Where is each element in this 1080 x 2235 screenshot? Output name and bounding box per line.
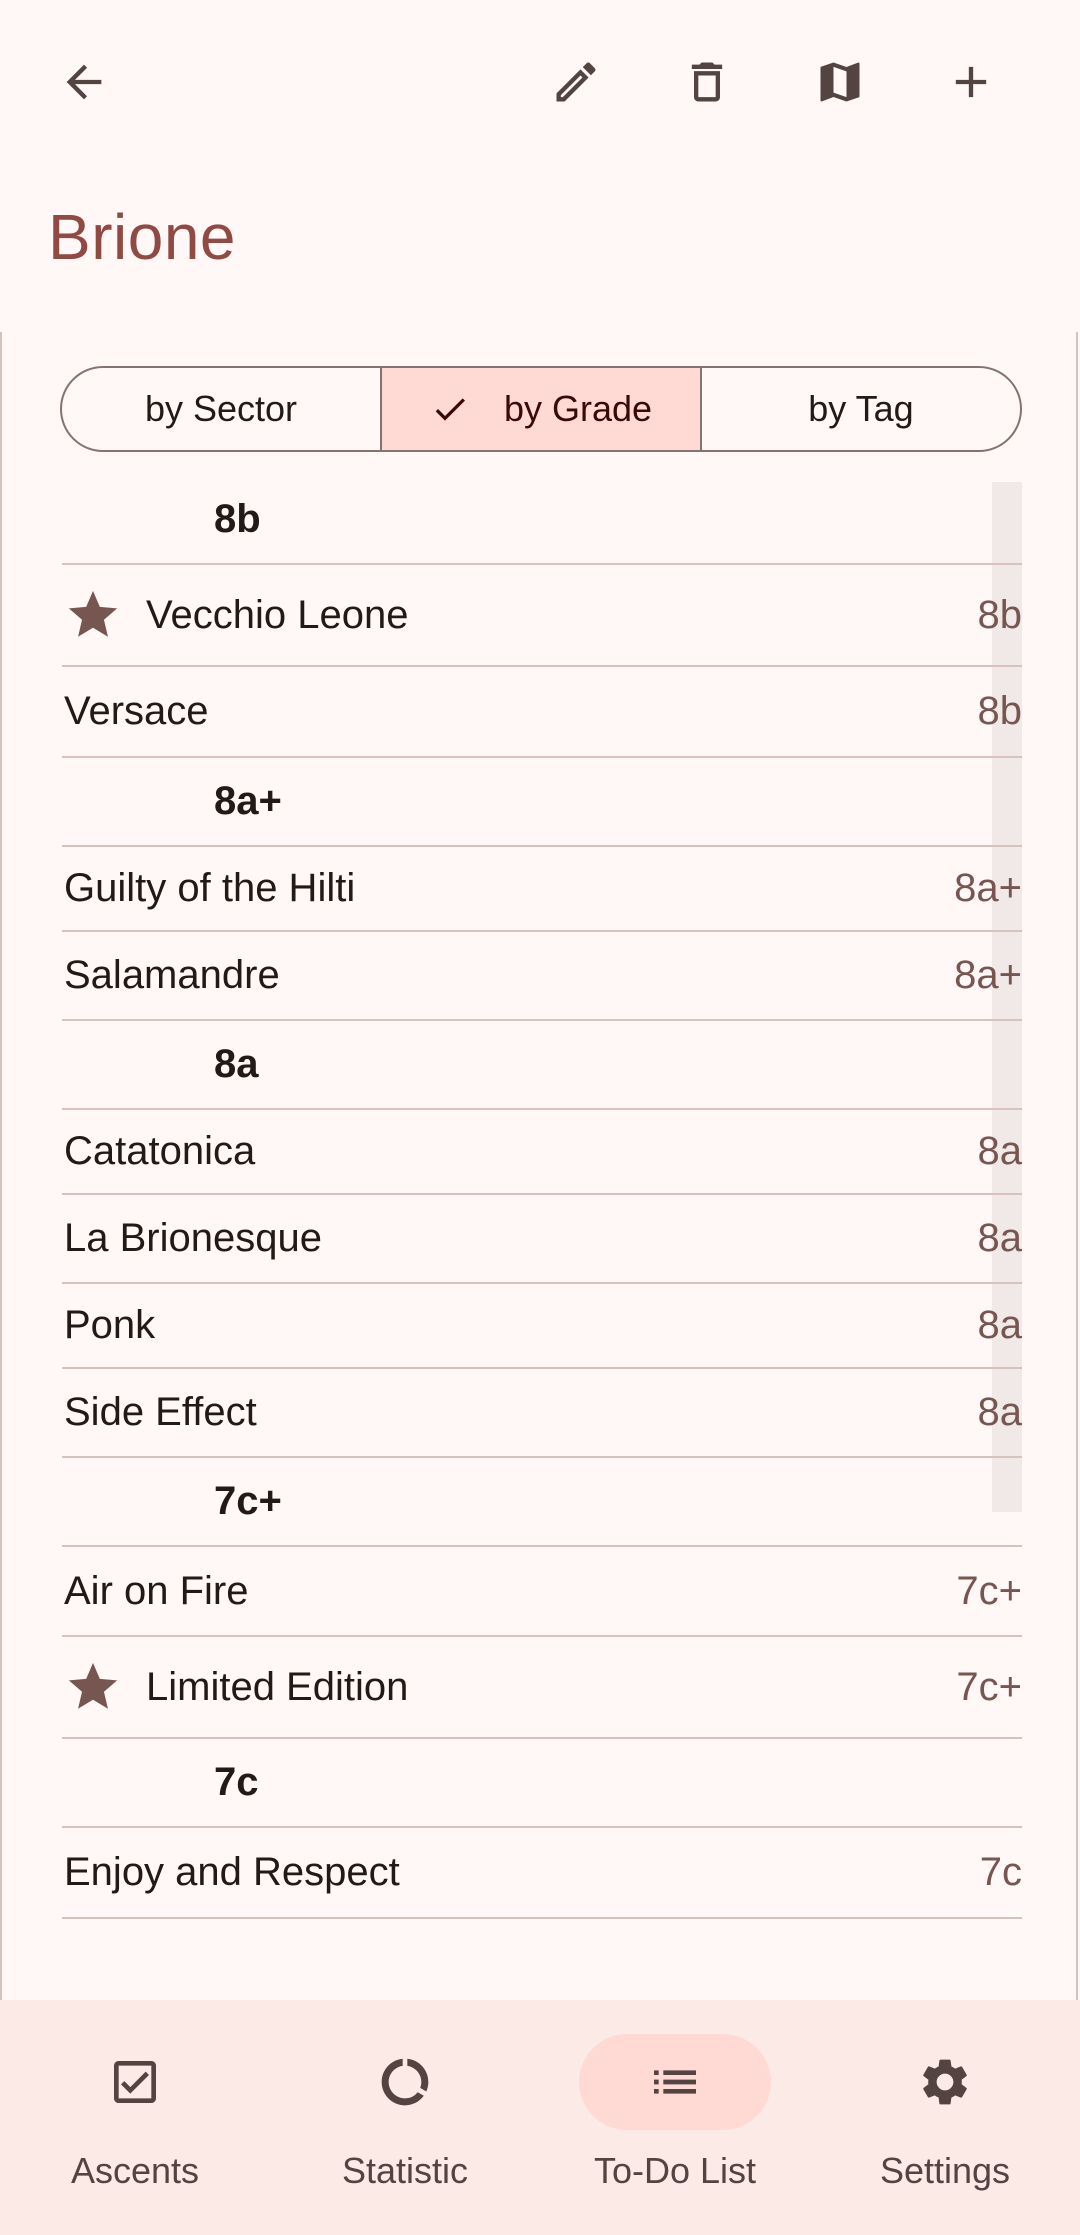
- nav-statistic[interactable]: Statistic: [270, 2000, 540, 2235]
- list-item[interactable]: Versace 8b: [62, 667, 1022, 758]
- nav-label: Ascents: [70, 2150, 200, 2191]
- nav-indicator: [39, 2034, 231, 2130]
- grade-header-label: 7c: [214, 1760, 259, 1804]
- route-grade: 8a+: [954, 866, 1022, 910]
- route-grade: 8a: [977, 1129, 1023, 1173]
- list-item[interactable]: Salamandre 8a+: [62, 932, 1022, 1021]
- check-icon: [435, 398, 465, 421]
- nav-todo-list[interactable]: To-Do List: [540, 2000, 810, 2235]
- list-item[interactable]: Side Effect 8a: [62, 1369, 1022, 1458]
- nav-label: Statistic: [341, 2150, 469, 2191]
- segment-by-tag[interactable]: by Tag: [700, 368, 1020, 450]
- segment-label: by Sector: [144, 388, 298, 429]
- segment-by-sector[interactable]: by Sector: [62, 368, 380, 450]
- nav-ascents[interactable]: Ascents: [0, 2000, 270, 2235]
- delete-icon: [691, 62, 723, 102]
- grade-header-label: 8a+: [214, 779, 282, 823]
- route-name: La Brionesque: [64, 1216, 322, 1260]
- route-grade: 8a+: [954, 953, 1022, 997]
- list-item[interactable]: Limited Edition 7c+: [62, 1637, 1022, 1739]
- route-name: Catatonica: [64, 1129, 256, 1173]
- list-item[interactable]: Vecchio Leone 8b: [62, 565, 1022, 667]
- edit-icon: [556, 62, 596, 102]
- route-grade: 8a: [977, 1390, 1023, 1434]
- nav-indicator: [309, 2034, 501, 2130]
- route-name: Versace: [64, 689, 209, 733]
- grade-header-label: 8a: [214, 1042, 259, 1086]
- edit-button[interactable]: [528, 34, 624, 130]
- grade-header: 7c+: [62, 1458, 1022, 1547]
- route-name: Ponk: [64, 1303, 156, 1347]
- page-title: Brione: [48, 201, 236, 273]
- checkbox-icon: [114, 2061, 156, 2103]
- route-list: 8b Vecchio Leone 8b Versace 8b 8a+ Guilt…: [62, 476, 1022, 1919]
- nav-indicator: [849, 2034, 1041, 2130]
- arrow-back-icon: [66, 64, 102, 100]
- nav-settings[interactable]: Settings: [810, 2000, 1080, 2235]
- route-grade: 7c: [979, 1850, 1022, 1894]
- add-icon: [955, 66, 987, 98]
- statistic-icon: [381, 2058, 429, 2106]
- list-item[interactable]: Ponk 8a: [62, 1284, 1022, 1369]
- list-item[interactable]: La Brionesque 8a: [62, 1195, 1022, 1284]
- route-name: Enjoy and Respect: [64, 1850, 400, 1894]
- route-name: Salamandre: [64, 953, 280, 997]
- grade-header: 8a+: [62, 758, 1022, 847]
- gear-icon: [923, 2059, 967, 2105]
- nav-label: Settings: [879, 2150, 1011, 2191]
- grade-header-label: 8b: [214, 497, 261, 541]
- grade-header: 8b: [62, 476, 1022, 565]
- content-panel: by Sector by Grade by Tag 8b Vecchio Leo…: [0, 332, 1078, 2000]
- grade-header: 8a: [62, 1021, 1022, 1110]
- route-grade: 7c+: [956, 1664, 1022, 1709]
- grade-header-label: 7c+: [214, 1479, 282, 1523]
- top-app-bar: Brione: [0, 0, 1080, 332]
- add-button[interactable]: [923, 34, 1019, 130]
- delete-button[interactable]: [659, 34, 755, 130]
- list-item[interactable]: Enjoy and Respect 7c: [62, 1828, 1022, 1919]
- route-grade: 8b: [977, 592, 1023, 637]
- list-item[interactable]: Guilty of the Hilti 8a+: [62, 847, 1022, 932]
- route-grade: 8a: [977, 1303, 1023, 1347]
- map-icon: [820, 62, 860, 102]
- segment-label: by Grade: [503, 388, 653, 429]
- segment-by-grade[interactable]: by Grade: [380, 368, 700, 450]
- star-icon: [68, 590, 118, 637]
- route-grade: 7c+: [956, 1568, 1022, 1613]
- list-icon: [654, 2070, 696, 2094]
- route-name: Side Effect: [64, 1390, 257, 1434]
- list-item[interactable]: Catatonica 8a: [62, 1110, 1022, 1195]
- map-button[interactable]: [792, 34, 888, 130]
- back-button[interactable]: [36, 34, 132, 130]
- grade-header: 7c: [62, 1739, 1022, 1828]
- list-item[interactable]: Air on Fire 7c+: [62, 1547, 1022, 1637]
- bottom-navigation-bar: Ascents Statistic To-Do List Settings: [0, 2000, 1080, 2235]
- group-by-segmented-button: by Sector by Grade by Tag: [60, 366, 1022, 452]
- route-grade: 8a: [977, 1216, 1023, 1260]
- route-name: Guilty of the Hilti: [64, 866, 356, 910]
- nav-indicator: [579, 2034, 771, 2130]
- route-name: Air on Fire: [64, 1568, 249, 1613]
- route-name: Limited Edition: [146, 1664, 409, 1709]
- segment-label: by Tag: [808, 388, 914, 429]
- nav-label: To-Do List: [593, 2150, 757, 2191]
- route-grade: 8b: [977, 689, 1023, 733]
- star-icon: [68, 1662, 118, 1709]
- route-name: Vecchio Leone: [146, 592, 409, 637]
